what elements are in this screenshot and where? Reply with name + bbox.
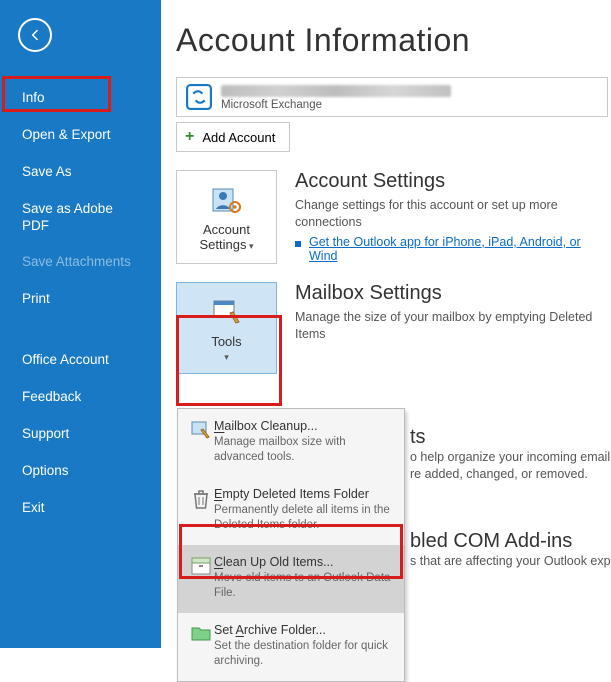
tools-dropdown-menu: Mailbox Cleanup... Manage mailbox size w…	[177, 408, 405, 682]
menu-clean-up-old-items[interactable]: Clean Up Old Items... Move old items to …	[178, 545, 404, 613]
add-account-label: Add Account	[202, 130, 275, 145]
menu-item-title: Set Archive Folder...	[214, 623, 394, 637]
menu-empty-deleted[interactable]: Empty Deleted Items Folder Permanently d…	[178, 477, 404, 545]
account-email	[221, 85, 451, 97]
back-button[interactable]	[18, 18, 52, 52]
arrow-left-icon	[27, 27, 43, 43]
page-title: Account Information	[176, 22, 611, 59]
menu-item-desc: Manage mailbox size with advanced tools.	[214, 435, 394, 465]
sidebar-item-print[interactable]: Print	[0, 281, 161, 318]
sidebar-item-open-export[interactable]: Open & Export	[0, 117, 161, 154]
sidebar-item-feedback[interactable]: Feedback	[0, 379, 161, 416]
menu-item-desc: Set the destination folder for quick arc…	[214, 639, 394, 669]
rules-section-partial: ts o help organize your incoming email m…	[410, 426, 611, 483]
tools-button[interactable]: Tools ▾	[176, 282, 277, 374]
account-settings-button[interactable]: AccountSettings ▾	[176, 170, 277, 264]
mailbox-cleanup-icon	[188, 419, 214, 465]
bullet-icon	[295, 241, 301, 247]
sidebar-item-save-attachments: Save Attachments	[0, 244, 161, 281]
account-type-label: Microsoft Exchange	[221, 99, 451, 111]
add-account-button[interactable]: + Add Account	[176, 122, 290, 152]
account-settings-desc: Change settings for this account or set …	[295, 197, 611, 231]
sidebar-item-save-adobe-pdf[interactable]: Save as Adobe PDF	[0, 191, 161, 245]
plus-icon: +	[185, 128, 194, 146]
sidebar-item-support[interactable]: Support	[0, 416, 161, 453]
menu-item-title: Clean Up Old Items...	[214, 555, 394, 569]
get-outlook-app-link[interactable]: Get the Outlook app for iPhone, iPad, An…	[309, 235, 611, 263]
backstage-sidebar: Info Open & Export Save As Save as Adobe…	[0, 0, 161, 648]
account-settings-icon	[183, 183, 270, 217]
folder-icon	[188, 623, 214, 669]
menu-mailbox-cleanup[interactable]: Mailbox Cleanup... Manage mailbox size w…	[178, 409, 404, 477]
menu-item-desc: Move old items to an Outlook Data File.	[214, 571, 394, 601]
trash-icon	[188, 487, 214, 533]
menu-set-archive-folder[interactable]: Set Archive Folder... Set the destinatio…	[178, 613, 404, 681]
archive-icon	[188, 555, 214, 601]
tools-icon	[183, 295, 270, 329]
exchange-logo-icon	[185, 83, 213, 111]
mailbox-settings-desc: Manage the size of your mailbox by empty…	[295, 309, 611, 343]
menu-item-title: Empty Deleted Items Folder	[214, 487, 394, 501]
sidebar-item-info[interactable]: Info	[0, 80, 161, 117]
sidebar-item-options[interactable]: Options	[0, 453, 161, 490]
menu-item-title: Mailbox Cleanup...	[214, 419, 394, 433]
account-selector[interactable]: Microsoft Exchange	[176, 77, 608, 117]
sidebar-item-office-account[interactable]: Office Account	[0, 342, 161, 379]
account-settings-title: Account Settings	[295, 170, 611, 193]
menu-item-desc: Permanently delete all items in the Dele…	[214, 503, 394, 533]
mailbox-settings-title: Mailbox Settings	[295, 282, 611, 305]
sidebar-item-save-as[interactable]: Save As	[0, 154, 161, 191]
com-addins-section-partial: bled COM Add-ins s that are affecting yo…	[410, 530, 611, 570]
sidebar-item-exit[interactable]: Exit	[0, 490, 161, 527]
